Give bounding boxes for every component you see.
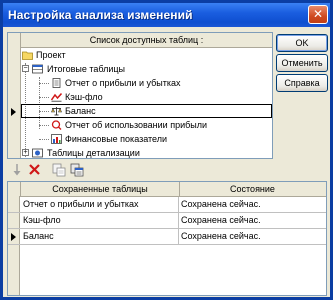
tree-item-balance[interactable]: Баланс: [21, 104, 272, 118]
cashflow-icon: [51, 93, 62, 102]
dialog-window: Настройка анализа изменений ✕ Список дос…: [0, 0, 333, 300]
tree-item-summary-tables[interactable]: − Итоговые таблицы: [21, 62, 272, 76]
saved-table-name: Отчет о прибыли и убытках: [21, 197, 179, 212]
table-icon: [32, 64, 43, 74]
tree-item-income-statement[interactable]: Отчет о прибыли и убытках: [21, 76, 272, 90]
collapse-icon[interactable]: −: [22, 65, 29, 72]
table-row[interactable]: Кэш-фло Сохранена сейчас.: [8, 213, 326, 229]
table-row[interactable]: Отчет о прибыли и убытках Сохранена сейч…: [8, 197, 326, 213]
row-indicator-column: [8, 47, 21, 158]
saved-table-status: Сохранена сейчас.: [181, 199, 261, 209]
help-button[interactable]: Справка: [276, 74, 328, 92]
tree-item-label: Кэш-фло: [65, 92, 103, 102]
balance-icon: [51, 107, 62, 116]
tree-item-detail-tables[interactable]: + Таблицы детализации: [21, 146, 272, 158]
expand-icon[interactable]: +: [22, 149, 29, 156]
window-title: Настройка анализа изменений: [8, 8, 193, 22]
saved-table-name: Кэш-фло: [21, 213, 179, 228]
copy-table-icon[interactable]: [51, 162, 67, 178]
tree-item-financial-indicators[interactable]: Финансовые показатели: [21, 132, 272, 146]
tree-header-corner: [8, 33, 20, 48]
saved-tables-grid[interactable]: Сохраненные таблицы Состояние Отчет о пр…: [7, 181, 327, 296]
current-row-marker-icon: [11, 108, 16, 116]
grid-header: Сохраненные таблицы Состояние: [8, 182, 326, 197]
saved-tables-toolbar: [7, 161, 273, 179]
folder-icon: [22, 51, 33, 60]
tree-item-label: Проект: [36, 50, 66, 60]
tree-item-label: Итоговые таблицы: [47, 64, 126, 74]
tree-item-label: Финансовые показатели: [65, 134, 168, 144]
indicators-icon: [51, 134, 62, 144]
row-indicator: [8, 197, 20, 212]
delete-icon[interactable]: [27, 162, 43, 178]
tree-header: Список доступных таблиц :: [20, 33, 272, 48]
saved-table-status: Сохранена сейчас.: [181, 215, 261, 225]
tree-item-label: Отчет об использовании прибыли: [65, 120, 208, 130]
row-indicator: [8, 229, 20, 244]
tree-item-label: Таблицы детализации: [47, 148, 140, 158]
detail-tables-icon: [32, 148, 43, 158]
title-bar[interactable]: Настройка анализа изменений ✕: [3, 3, 330, 27]
tree-item-cash-flow[interactable]: Кэш-фло: [21, 90, 272, 104]
close-icon: ✕: [312, 7, 324, 21]
column-header-saved-tables[interactable]: Сохраненные таблицы: [20, 182, 179, 196]
table-row[interactable]: Баланс Сохранена сейчас.: [8, 229, 326, 245]
profit-usage-icon: [51, 120, 62, 130]
available-tables-tree[interactable]: Список доступных таблиц : Проект − Итого…: [7, 32, 273, 159]
tree-item-project[interactable]: Проект: [21, 48, 272, 62]
saved-table-status: Сохранена сейчас.: [181, 231, 261, 241]
close-button[interactable]: ✕: [308, 5, 328, 24]
saved-table-name: Баланс: [21, 229, 179, 244]
move-down-icon[interactable]: [9, 162, 25, 178]
tree-item-label: Отчет о прибыли и убытках: [65, 78, 181, 88]
column-header-status[interactable]: Состояние: [179, 182, 325, 196]
tree-item-profit-usage[interactable]: Отчет об использовании прибыли: [21, 118, 272, 132]
ok-button[interactable]: OK: [276, 34, 328, 52]
paste-table-icon[interactable]: [69, 162, 85, 178]
report-icon: [52, 78, 61, 88]
cancel-button[interactable]: Отменить: [276, 54, 328, 72]
tree-item-label: Баланс: [65, 106, 96, 116]
row-indicator: [8, 213, 20, 228]
current-row-marker-icon: [11, 233, 16, 241]
